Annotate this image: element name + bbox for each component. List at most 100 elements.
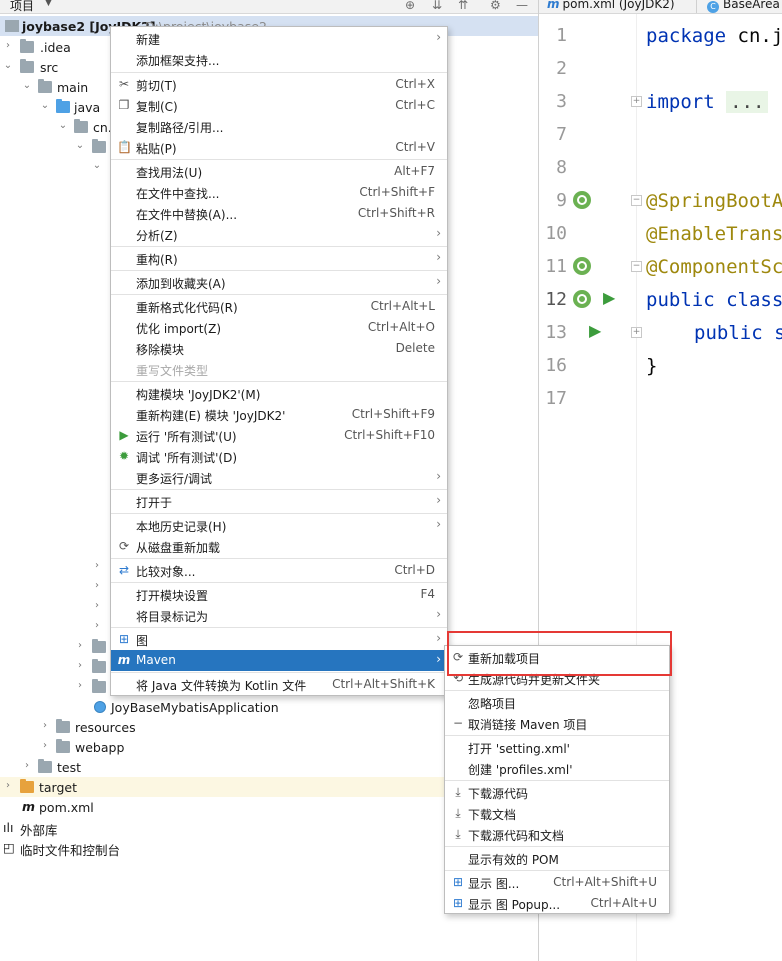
fold-collapse-icon[interactable]: − xyxy=(631,261,642,272)
menu-item-mark-directory-as[interactable]: 将目录标记为 › xyxy=(111,605,447,626)
menu-item-rebuild-module[interactable]: 重新构建(E) 模块 'JoyJDK2' Ctrl+Shift+F9 xyxy=(111,404,447,425)
spring-bean-icon[interactable] xyxy=(573,191,591,209)
menu-item-optimize-imports[interactable]: 优化 import(Z) Ctrl+Alt+O xyxy=(111,317,447,338)
menu-item-find-usages[interactable]: 查找用法(U) Alt+F7 xyxy=(111,161,447,182)
menu-item-analyze[interactable]: 分析(Z) › xyxy=(111,224,447,245)
menu-item-diagrams[interactable]: ⊞ 图 › xyxy=(111,629,447,650)
menu-label: 移除模块 xyxy=(136,343,185,357)
menu-item-build-module[interactable]: 构建模块 'JoyJDK2'(M) xyxy=(111,383,447,404)
chevron-right-icon[interactable]: › xyxy=(92,600,102,611)
collapse-all-icon[interactable]: ⇈ xyxy=(458,0,468,12)
menu-item-open-in[interactable]: 打开于 › xyxy=(111,491,447,512)
chevron-right-icon[interactable]: › xyxy=(75,640,85,651)
spring-bean-icon[interactable] xyxy=(573,257,591,275)
tab-basearea[interactable]: C BaseArea xyxy=(707,0,780,13)
menu-item-unlink-maven[interactable]: − 取消链接 Maven 项目 xyxy=(445,713,669,734)
expand-all-icon[interactable]: ⇊ xyxy=(432,0,442,12)
menu-item-download-docs[interactable]: ⤓ 下载文档 xyxy=(445,803,669,824)
menu-item-add-to-favorites[interactable]: 添加到收藏夹(A) › xyxy=(111,272,447,293)
line-number: 7 xyxy=(556,124,567,145)
line-number: 12 xyxy=(545,289,567,310)
chevron-right-icon[interactable]: › xyxy=(75,680,85,691)
menu-item-add-framework[interactable]: 添加框架支持... xyxy=(111,49,447,70)
menu-item-paste[interactable]: 📋 粘贴(P) Ctrl+V xyxy=(111,137,447,158)
menu-item-local-history[interactable]: 本地历史记录(H) › xyxy=(111,515,447,536)
menu-item-show-diagram[interactable]: ⊞ 显示 图... Ctrl+Alt+Shift+U xyxy=(445,872,669,893)
menu-item-reload-from-disk[interactable]: ⟳ 从磁盘重新加载 xyxy=(111,536,447,557)
locate-icon[interactable]: ⊕ xyxy=(405,0,415,12)
run-icon[interactable]: ▶ xyxy=(589,321,601,340)
chevron-down-icon[interactable]: ⌄ xyxy=(40,100,50,111)
chevron-right-icon[interactable]: › xyxy=(3,780,13,791)
chevron-right-icon[interactable]: › xyxy=(3,40,13,51)
chevron-down-icon[interactable]: ⌄ xyxy=(58,120,68,131)
menu-item-ignore-projects[interactable]: 忽略项目 xyxy=(445,692,669,713)
menu-separator xyxy=(445,870,669,871)
menu-item-maven[interactable]: m Maven › xyxy=(111,650,447,671)
chevron-down-icon[interactable]: ▼ xyxy=(45,0,52,8)
spring-bean-icon[interactable] xyxy=(573,290,591,308)
submenu-arrow-icon: › xyxy=(436,652,441,666)
code-line-1[interactable]: package cn.j xyxy=(646,25,782,47)
menu-item-replace-in-files[interactable]: 在文件中替换(A)... Ctrl+Shift+R xyxy=(111,203,447,224)
menu-shortcut: Ctrl+Alt+Shift+U xyxy=(553,875,657,889)
menu-item-copy[interactable]: ❐ 复制(C) Ctrl+C xyxy=(111,95,447,116)
fold-expand-icon[interactable]: + xyxy=(631,96,642,107)
line-number: 16 xyxy=(545,355,567,376)
menu-item-find-in-files[interactable]: 在文件中查找... Ctrl+Shift+F xyxy=(111,182,447,203)
chevron-right-icon[interactable]: › xyxy=(40,720,50,731)
hide-panel-icon[interactable]: — xyxy=(516,0,528,12)
code-line-12[interactable]: public class xyxy=(646,289,782,311)
fold-expand-icon[interactable]: + xyxy=(631,327,642,338)
menu-label: 优化 import(Z) xyxy=(136,322,222,336)
menu-item-create-profiles-xml[interactable]: 创建 'profiles.xml' xyxy=(445,758,669,779)
menu-item-reformat-code[interactable]: 重新格式化代码(R) Ctrl+Alt+L xyxy=(111,296,447,317)
chevron-right-icon[interactable]: › xyxy=(40,740,50,751)
chevron-down-icon[interactable]: ⌄ xyxy=(3,60,13,71)
minus-icon: − xyxy=(452,716,464,730)
gear-icon[interactable]: ⚙ xyxy=(490,0,501,12)
chevron-right-icon[interactable]: › xyxy=(22,760,32,771)
package-icon xyxy=(92,659,106,673)
menu-item-module-settings[interactable]: 打开模块设置 F4 xyxy=(111,584,447,605)
menu-item-show-effective-pom[interactable]: 显示有效的 POM xyxy=(445,848,669,869)
code-line-11[interactable]: @ComponentSc xyxy=(646,256,782,278)
menu-item-convert-to-kotlin[interactable]: 将 Java 文件转换为 Kotlin 文件 Ctrl+Alt+Shift+K xyxy=(111,674,447,695)
menu-item-show-diagram-popup[interactable]: ⊞ 显示 图 Popup... Ctrl+Alt+U xyxy=(445,893,669,914)
menu-item-run-all-tests[interactable]: ▶ 运行 '所有测试'(U) Ctrl+Shift+F10 xyxy=(111,425,447,446)
folded-imports[interactable]: ... xyxy=(726,91,769,113)
line-number: 17 xyxy=(545,388,567,409)
menu-item-refactor[interactable]: 重构(R) › xyxy=(111,248,447,269)
chevron-down-icon[interactable]: ⌄ xyxy=(22,80,32,91)
code-line-3[interactable]: import ... xyxy=(646,91,769,113)
menu-item-new[interactable]: 新建 › xyxy=(111,28,447,49)
menu-item-copy-path[interactable]: 复制路径/引用... xyxy=(111,116,447,137)
chevron-right-icon[interactable]: › xyxy=(75,660,85,671)
class-icon xyxy=(94,701,106,713)
menu-item-download-sources-and-docs[interactable]: ⤓ 下载源代码和文档 xyxy=(445,824,669,845)
chevron-right-icon[interactable]: › xyxy=(92,580,102,591)
menu-item-cut[interactable]: ✂ 剪切(T) Ctrl+X xyxy=(111,74,447,95)
tab-pom-xml[interactable]: m pom.xml (JoyJDK2) xyxy=(547,0,675,11)
maven-icon: m xyxy=(22,799,36,814)
menu-item-download-sources[interactable]: ⤓ 下载源代码 xyxy=(445,782,669,803)
code-line-13[interactable]: public s xyxy=(694,322,782,344)
code-line-9[interactable]: @SpringBootA xyxy=(646,190,782,212)
run-icon[interactable]: ▶ xyxy=(603,288,615,307)
menu-item-debug-all-tests[interactable]: ✹ 调试 '所有测试'(D) xyxy=(111,446,447,467)
menu-item-compare-with[interactable]: ⇄ 比较对象... Ctrl+D xyxy=(111,560,447,581)
code-line-16[interactable]: } xyxy=(646,355,657,377)
menu-item-remove-module[interactable]: 移除模块 Delete xyxy=(111,338,447,359)
fold-collapse-icon[interactable]: − xyxy=(631,195,642,206)
chevron-right-icon[interactable]: › xyxy=(92,620,102,631)
chevron-down-icon[interactable]: ⌄ xyxy=(75,140,85,151)
chevron-down-icon[interactable]: ⌄ xyxy=(92,160,102,171)
menu-shortcut: Ctrl+Shift+R xyxy=(357,206,435,220)
code-line-10[interactable]: @EnableTrans xyxy=(646,223,782,245)
menu-item-more-run-debug[interactable]: 更多运行/调试 › xyxy=(111,467,447,488)
project-panel-title[interactable]: 项目 xyxy=(10,0,34,14)
menu-item-open-settings-xml[interactable]: 打开 'setting.xml' xyxy=(445,737,669,758)
class-icon: C xyxy=(707,1,719,13)
chevron-right-icon[interactable]: › xyxy=(92,560,102,571)
menu-separator xyxy=(111,489,447,490)
